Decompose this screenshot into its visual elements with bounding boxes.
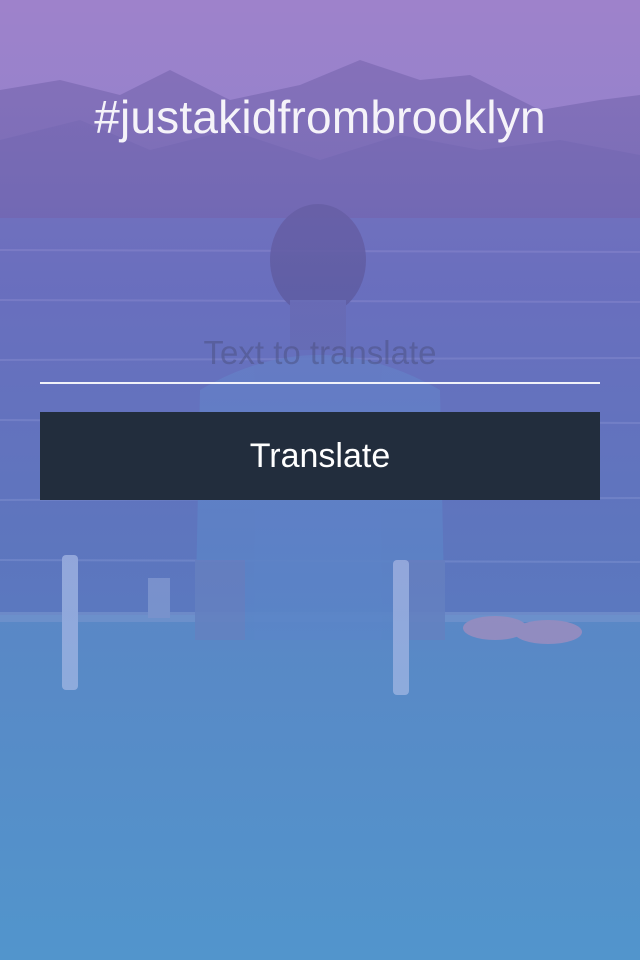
- translate-button[interactable]: Translate: [40, 412, 600, 500]
- text-to-translate-input[interactable]: [40, 330, 600, 384]
- text-input-container: [40, 330, 600, 387]
- app-title: #justakidfrombrooklyn: [94, 91, 546, 143]
